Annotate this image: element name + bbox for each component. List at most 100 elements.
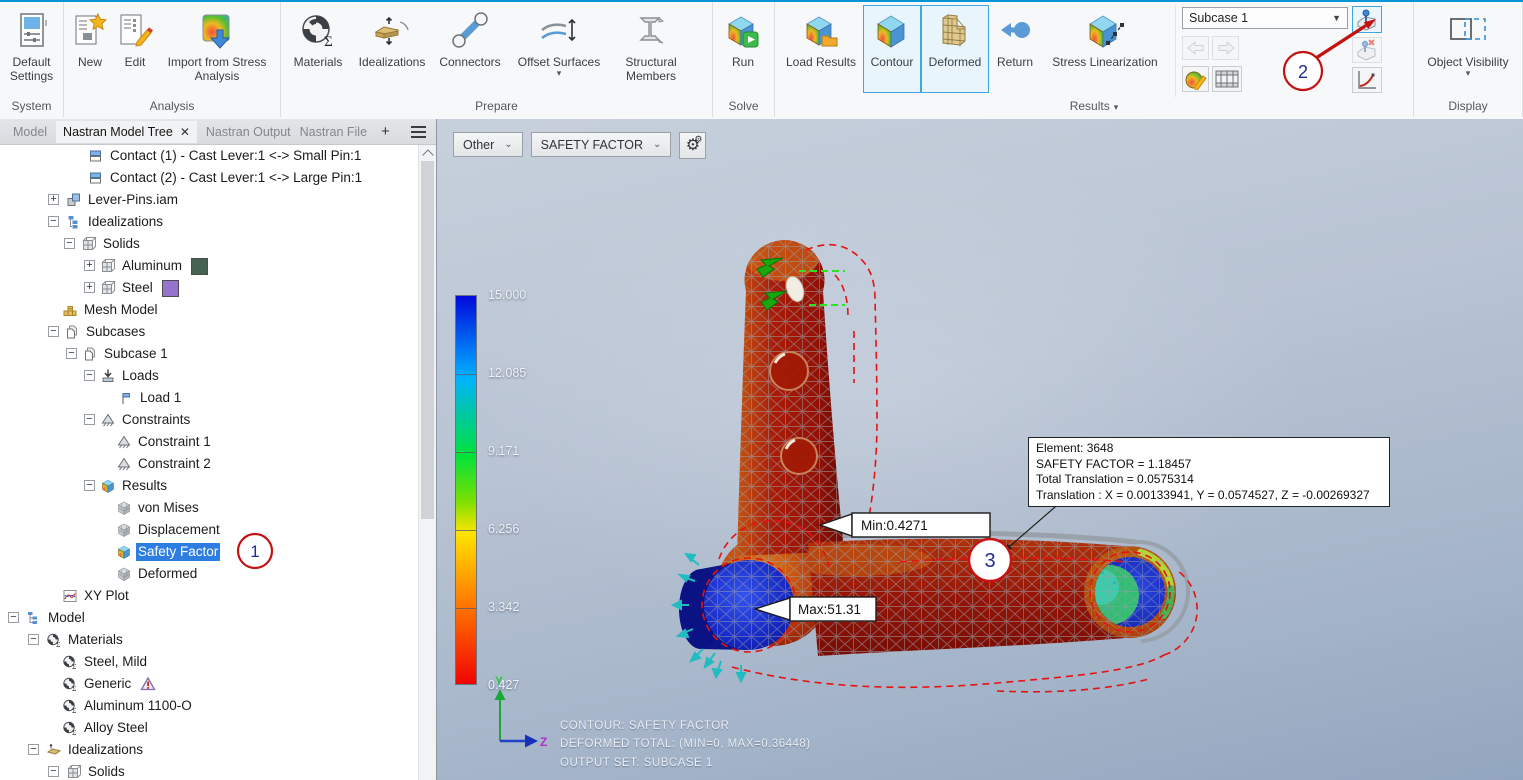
tree-item-xy-plot[interactable]: XY Plot (0, 585, 418, 607)
tree-item-mesh-model[interactable]: Mesh Model (0, 299, 418, 321)
object-visibility-caret[interactable]: ▾ (1466, 69, 1471, 78)
collapse-icon[interactable]: − (84, 480, 95, 491)
tree-item-constraints[interactable]: − Constraints (0, 409, 418, 431)
import-from-stress-button[interactable]: Import from Stress Analysis (158, 5, 276, 93)
expand-icon[interactable]: + (48, 194, 59, 205)
default-settings-label: Default Settings (9, 55, 54, 84)
tree-item-load-1[interactable]: Load 1 (0, 387, 418, 409)
tree-item-label: Idealizations (88, 214, 164, 229)
tree-item-steel[interactable]: + Steel (0, 277, 418, 299)
tree-item-safety-factor[interactable]: Safety Factor (0, 541, 418, 563)
contour-options-button[interactable] (1182, 66, 1209, 92)
materials-label: Materials (293, 55, 343, 69)
results-group-caret[interactable]: ▾ (1114, 102, 1119, 112)
contour-button[interactable]: Contour (863, 5, 921, 93)
expand-icon[interactable]: + (84, 260, 95, 271)
collapse-icon[interactable]: − (8, 612, 19, 623)
materials-icon: Σ (298, 9, 338, 55)
delete-probes-button[interactable] (1352, 37, 1382, 63)
tree-item-subcase-1[interactable]: − Subcase 1 (0, 343, 418, 365)
tree-item-generic[interactable]: Σ Generic (0, 673, 418, 695)
offset-surfaces-button[interactable]: Offset Surfaces ▾ (507, 5, 611, 93)
tree-item-von-mises[interactable]: von Mises (0, 497, 418, 519)
plot-settings-button[interactable]: ⚙ ⚙ (679, 132, 707, 159)
tree-item-alloy-steel[interactable]: Σ Alloy Steel (0, 717, 418, 739)
previous-set-button[interactable] (1182, 36, 1209, 60)
connectors-button[interactable]: Connectors (433, 5, 507, 93)
collapse-icon[interactable]: − (48, 326, 59, 337)
collapse-icon[interactable]: − (84, 370, 95, 381)
collapse-icon[interactable]: − (64, 238, 75, 249)
xy-plot-button[interactable] (1352, 67, 1382, 93)
tree-item-idealizations[interactable]: − Idealizations (0, 211, 418, 233)
tree-item-idealizations[interactable]: − Idealizations (0, 739, 418, 761)
scroll-up-icon[interactable] (422, 149, 434, 161)
tab-model[interactable]: Model (6, 121, 54, 143)
collapse-icon[interactable]: − (66, 348, 77, 359)
collapse-icon[interactable]: − (28, 744, 39, 755)
run-button[interactable]: Run (717, 5, 769, 93)
tree-item-loads[interactable]: − Loads (0, 365, 418, 387)
edit-analysis-button[interactable]: Edit (112, 5, 158, 93)
tree-item-aluminum[interactable]: + Aluminum (0, 255, 418, 277)
tree-item-solids[interactable]: − Solids (0, 233, 418, 255)
animate-results-button[interactable] (1212, 66, 1242, 92)
new-analysis-button[interactable]: New (68, 5, 112, 93)
tab-nastran-output[interactable]: Nastran Output (199, 121, 298, 143)
idealizations-button[interactable]: Idealizations (351, 5, 433, 93)
collapse-icon[interactable]: − (28, 634, 39, 645)
offset-surfaces-label: Offset Surfaces (517, 55, 601, 69)
tree-item-aluminum-1100-o[interactable]: Σ Aluminum 1100-O (0, 695, 418, 717)
expand-icon[interactable]: + (84, 282, 95, 293)
subcase-selector[interactable]: Subcase 1 ▼ (1182, 7, 1348, 29)
tree-item-model[interactable]: − Model (0, 607, 418, 629)
stress-linearization-button[interactable]: Stress Linearization (1041, 5, 1169, 93)
load-results-button[interactable]: Load Results (779, 5, 863, 93)
tree-item-label: Loads (122, 368, 159, 383)
tree-item-deformed[interactable]: Deformed (0, 563, 418, 585)
tab-nastran-file[interactable]: Nastran File (300, 121, 374, 143)
tree-item-label: Subcases (86, 324, 146, 339)
probe-button[interactable] (1352, 6, 1382, 33)
tree-item-steel-mild[interactable]: Σ Steel, Mild (0, 651, 418, 673)
small-gear-icon: ⚙ (694, 134, 703, 144)
viewport: Other ⌄ SAFETY FACTOR ⌄ ⚙ ⚙ 15.000 12.085… (437, 119, 1523, 780)
triad-z-label: Z (540, 735, 547, 749)
tree-item-contact-1-cast-lever-1-small-pin-1[interactable]: Contact (1) - Cast Lever:1 <-> Small Pin… (0, 145, 418, 167)
mesh-icon (62, 302, 78, 318)
materials-button[interactable]: Σ Materials (285, 5, 351, 93)
contour-icon (872, 9, 912, 55)
stress-linearization-label: Stress Linearization (1052, 55, 1158, 69)
result-type-combo[interactable]: SAFETY FACTOR ⌄ (530, 132, 672, 157)
result-category-combo[interactable]: Other ⌄ (453, 132, 523, 157)
tree-item-label: Alloy Steel (84, 720, 148, 735)
tree-item-solids[interactable]: − Solids (0, 761, 418, 780)
tab-nastran-model-tree[interactable]: Nastran Model Tree ✕ (56, 120, 197, 143)
deformed-button[interactable]: Deformed (921, 5, 989, 93)
collapse-icon[interactable]: − (48, 766, 59, 777)
tree-item-results[interactable]: − Results (0, 475, 418, 497)
default-settings-button[interactable]: Default Settings (4, 5, 59, 93)
collapse-icon[interactable]: − (84, 414, 95, 425)
tree-item-displacement[interactable]: Displacement (0, 519, 418, 541)
tree-scrollbar[interactable] (418, 145, 436, 780)
tree-item-lever-pins-iam[interactable]: + Lever-Pins.iam (0, 189, 418, 211)
tree-item-contact-2-cast-lever-1-large-pin-1[interactable]: Contact (2) - Cast Lever:1 <-> Large Pin… (0, 167, 418, 189)
tree-item-subcases[interactable]: − Subcases (0, 321, 418, 343)
panel-menu-icon[interactable] (411, 125, 430, 138)
viewport-toolbar: Other ⌄ SAFETY FACTOR ⌄ ⚙ ⚙ (453, 132, 707, 159)
add-tab-button[interactable]: + (376, 123, 395, 140)
next-set-button[interactable] (1212, 36, 1239, 60)
return-button[interactable]: Return (989, 5, 1041, 93)
scrollbar-thumb[interactable] (421, 161, 434, 519)
tree-item-constraint-1[interactable]: Constraint 1 (0, 431, 418, 453)
tree-item-materials[interactable]: − Σ Materials (0, 629, 418, 651)
tree-item-constraint-2[interactable]: Constraint 2 (0, 453, 418, 475)
offset-surfaces-dropdown-caret[interactable]: ▾ (557, 69, 562, 78)
tree-item-label: Materials (68, 632, 123, 647)
delete-probes-icon (1357, 39, 1376, 61)
structural-members-button[interactable]: Structural Members (611, 5, 691, 93)
tab-close-icon[interactable]: ✕ (180, 125, 190, 139)
object-visibility-button[interactable]: Object Visibility ▾ (1418, 5, 1518, 93)
collapse-icon[interactable]: − (48, 216, 59, 227)
